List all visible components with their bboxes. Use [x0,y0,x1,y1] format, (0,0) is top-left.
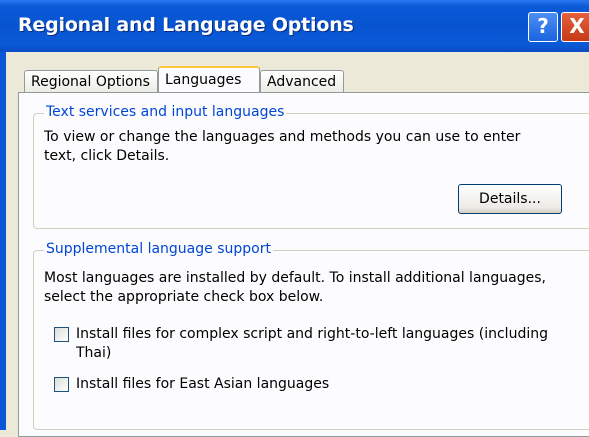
details-button[interactable]: Details... [458,184,562,214]
complex-script-checkbox-label[interactable]: Install files for complex script and rig… [76,325,556,363]
tab-languages[interactable]: Languages [158,66,260,92]
close-button[interactable]: X [561,12,589,42]
text-services-description: To view or change the languages and meth… [44,129,521,164]
text-services-group: Text services and input languages To vie… [33,104,589,229]
tab-regional-options[interactable]: Regional Options [24,70,158,92]
supplemental-language-group: Supplemental language support Most langu… [33,241,589,430]
supplemental-description: Most languages are installed by default.… [44,270,546,305]
tab-advanced[interactable]: Advanced [260,70,344,92]
window-title: Regional and Language Options [18,14,354,36]
dialog-window: Regional and Language Options ? X Region… [0,0,589,437]
tab-panel-languages: Text services and input languages To vie… [18,92,589,437]
question-mark-icon: ? [537,14,549,38]
tab-strip: Regional Options Languages Advanced [24,66,589,92]
close-icon: X [569,14,585,38]
supplemental-group-title: Supplemental language support [44,241,273,257]
title-bar[interactable]: Regional and Language Options ? X [0,0,589,52]
dialog-client-area: Regional Options Languages Advanced Text… [6,52,589,437]
help-button[interactable]: ? [528,12,558,42]
complex-script-checkbox[interactable] [54,327,69,342]
east-asian-checkbox[interactable] [54,377,69,392]
text-services-group-title: Text services and input languages [44,104,287,120]
east-asian-checkbox-label[interactable]: Install files for East Asian languages [76,375,556,394]
